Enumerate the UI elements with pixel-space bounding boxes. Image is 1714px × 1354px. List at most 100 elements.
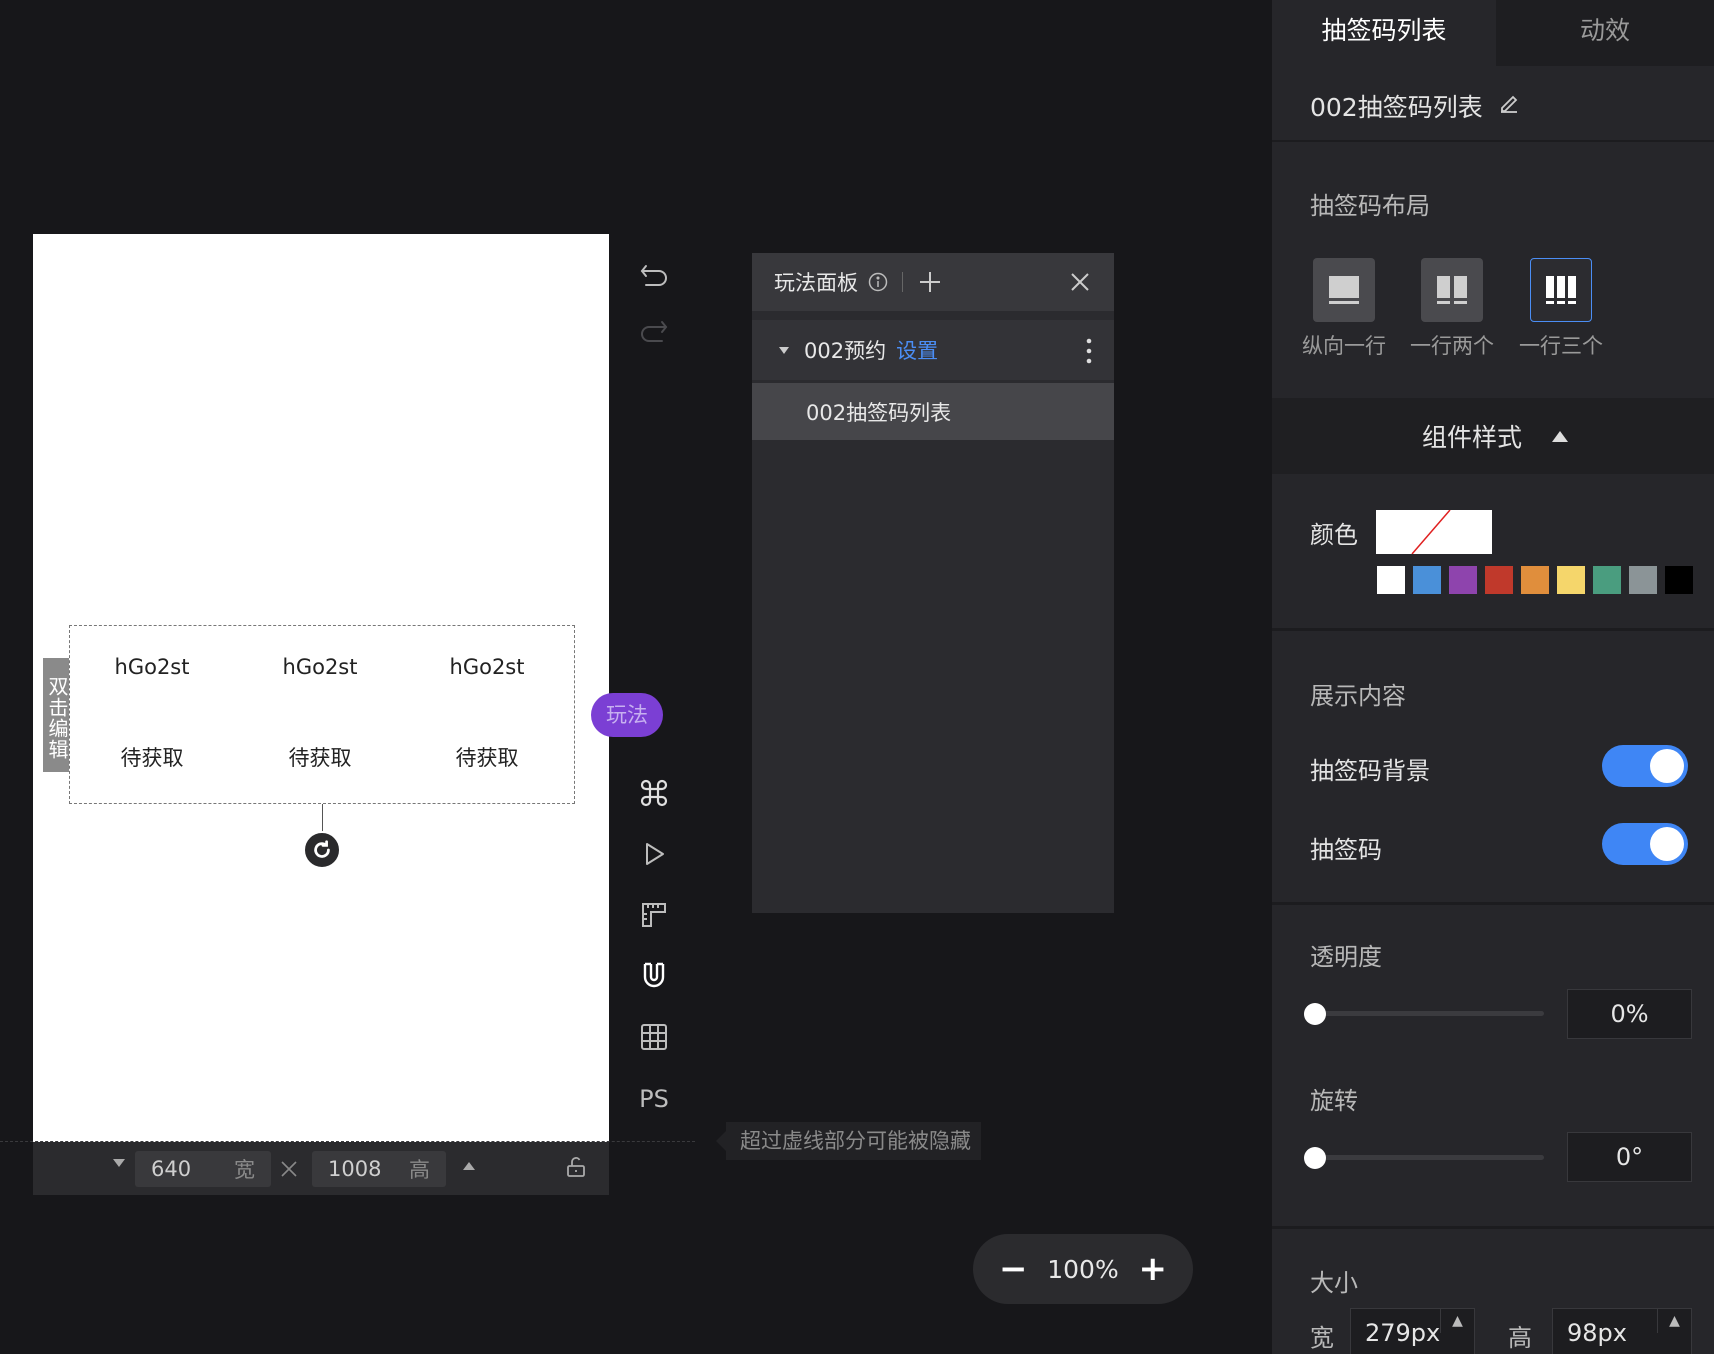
tree-item-code-list[interactable]: 002抽签码列表 (752, 383, 1114, 440)
grid-button[interactable] (637, 1020, 671, 1054)
info-icon[interactable] (868, 272, 888, 292)
size-width-value: 279px (1365, 1319, 1441, 1347)
layout-two-icon (1437, 276, 1467, 304)
undo-icon (640, 265, 667, 286)
component-name: 002抽签码列表 (1310, 93, 1483, 122)
canvas-height-unit: 高 (409, 1158, 430, 1182)
edit-icon[interactable] (1497, 92, 1521, 116)
settings-link[interactable]: 设置 (896, 335, 938, 365)
play-panel-header: 玩法面板 (752, 253, 1114, 311)
color-swatch-7[interactable] (1593, 566, 1621, 594)
caret-up-icon[interactable] (463, 1162, 475, 1170)
caret-up-icon (1552, 431, 1568, 442)
magnet-button[interactable] (637, 959, 671, 993)
code-text-1: hGo2st (114, 655, 190, 679)
close-icon[interactable] (1070, 272, 1090, 292)
color-swatch-6[interactable] (1557, 566, 1585, 594)
properties-panel: 抽签码列表 动效 002抽签码列表 抽签码布局 纵向一行 一行两个 一行三个 组… (1272, 0, 1714, 1354)
color-picker[interactable] (1376, 510, 1492, 554)
play-panel: 玩法面板 002预约 设置 002抽签码列表 (752, 253, 1114, 913)
divider (1272, 140, 1714, 142)
zoom-out-button[interactable]: − (999, 1249, 1028, 1289)
rotate-label: 旋转 (1310, 1087, 1358, 1115)
divider (902, 272, 903, 292)
zoom-in-button[interactable]: + (1138, 1249, 1167, 1289)
canvas-width-unit: 宽 (234, 1158, 255, 1182)
layout-three-icon (1546, 276, 1576, 304)
toggle-knob (1650, 827, 1684, 861)
code-background-toggle[interactable] (1602, 745, 1688, 787)
toggle-bg-label: 抽签码背景 (1310, 757, 1430, 785)
layout-three-per-row-button[interactable] (1530, 258, 1592, 322)
size-height-input[interactable]: 98px ▲ (1552, 1308, 1692, 1354)
canvas-width-value: 640 (151, 1157, 192, 1181)
play-chip[interactable]: 玩法 (591, 693, 663, 737)
magnet-icon (643, 962, 665, 988)
rotate-value-input[interactable]: 0° (1567, 1132, 1692, 1182)
size-width-input[interactable]: 279px ▲ (1350, 1308, 1475, 1354)
zoom-control: − 100% + (973, 1234, 1193, 1304)
caret-down-icon[interactable] (779, 346, 789, 354)
color-swatch-3[interactable] (1449, 566, 1477, 594)
opacity-slider-handle[interactable] (1304, 1003, 1326, 1025)
canvas-height-field[interactable]: 1008 高 (312, 1151, 446, 1187)
layout-single-icon (1329, 276, 1359, 304)
layout-single-row-button[interactable] (1313, 258, 1375, 322)
code-list-component[interactable] (69, 625, 575, 804)
ps-import-button[interactable]: PS (637, 1082, 671, 1116)
rotate-handle[interactable] (303, 831, 341, 869)
code-text-2: hGo2st (282, 655, 358, 679)
canvas-height-value: 1008 (328, 1157, 382, 1181)
layout-caption-three: 一行三个 (1519, 334, 1603, 358)
command-icon (640, 779, 668, 807)
tree-item-label: 002预约 (804, 339, 887, 363)
caret-down-icon[interactable] (113, 1159, 125, 1167)
ruler-icon (642, 903, 666, 927)
layout-two-per-row-button[interactable] (1421, 258, 1483, 322)
style-header-label: 组件样式 (1422, 423, 1523, 452)
redo-button[interactable] (637, 315, 671, 349)
rotate-slider-track[interactable] (1312, 1155, 1544, 1160)
chevron-up-icon[interactable]: ▲ (1657, 1309, 1691, 1333)
unlock-icon[interactable] (564, 1155, 588, 1179)
code-status-3: 待获取 (455, 746, 519, 770)
no-color-icon (1411, 510, 1451, 554)
color-swatch-4[interactable] (1485, 566, 1513, 594)
tab-animation[interactable]: 动效 (1496, 0, 1714, 66)
color-swatch-8[interactable] (1629, 566, 1657, 594)
zoom-level: 100% (1047, 1254, 1119, 1284)
undo-button[interactable] (637, 257, 671, 291)
add-icon[interactable] (919, 271, 941, 293)
canvas-width-field[interactable]: 640 宽 (135, 1151, 271, 1187)
rotate-icon (314, 840, 330, 858)
opacity-slider-track[interactable] (1312, 1011, 1544, 1016)
preview-button[interactable] (637, 837, 671, 871)
opacity-label: 透明度 (1310, 943, 1382, 971)
toggle-code-label: 抽签码 (1310, 836, 1382, 864)
color-label: 颜色 (1310, 521, 1358, 549)
code-status-2: 待获取 (288, 746, 352, 770)
shortcut-button[interactable] (637, 776, 671, 810)
more-vertical-icon[interactable] (1086, 338, 1092, 364)
ruler-button[interactable] (637, 898, 671, 932)
code-text-3: hGo2st (449, 655, 525, 679)
rotate-handle-stem (322, 804, 323, 832)
rotate-slider-handle[interactable] (1304, 1147, 1326, 1169)
size-height-label: 高 (1508, 1324, 1532, 1352)
redo-icon (641, 321, 668, 342)
layout-caption-single: 纵向一行 (1302, 334, 1386, 358)
toggle-knob (1650, 749, 1684, 783)
tree-item-reservation[interactable]: 002预约 设置 (752, 320, 1114, 380)
size-height-value: 98px (1567, 1319, 1627, 1347)
color-swatch-2[interactable] (1413, 566, 1441, 594)
chevron-up-icon[interactable]: ▲ (1440, 1309, 1474, 1333)
opacity-value-input[interactable]: 0% (1567, 989, 1692, 1039)
color-swatch-1[interactable] (1377, 566, 1405, 594)
tab-code-list[interactable]: 抽签码列表 (1272, 0, 1496, 66)
color-swatch-9[interactable] (1665, 566, 1693, 594)
size-label: 大小 (1310, 1269, 1358, 1297)
style-section-header[interactable]: 组件样式 (1272, 398, 1714, 474)
code-toggle[interactable] (1602, 823, 1688, 865)
double-click-edit-tag[interactable]: 双击编辑 (43, 658, 69, 772)
color-swatch-5[interactable] (1521, 566, 1549, 594)
